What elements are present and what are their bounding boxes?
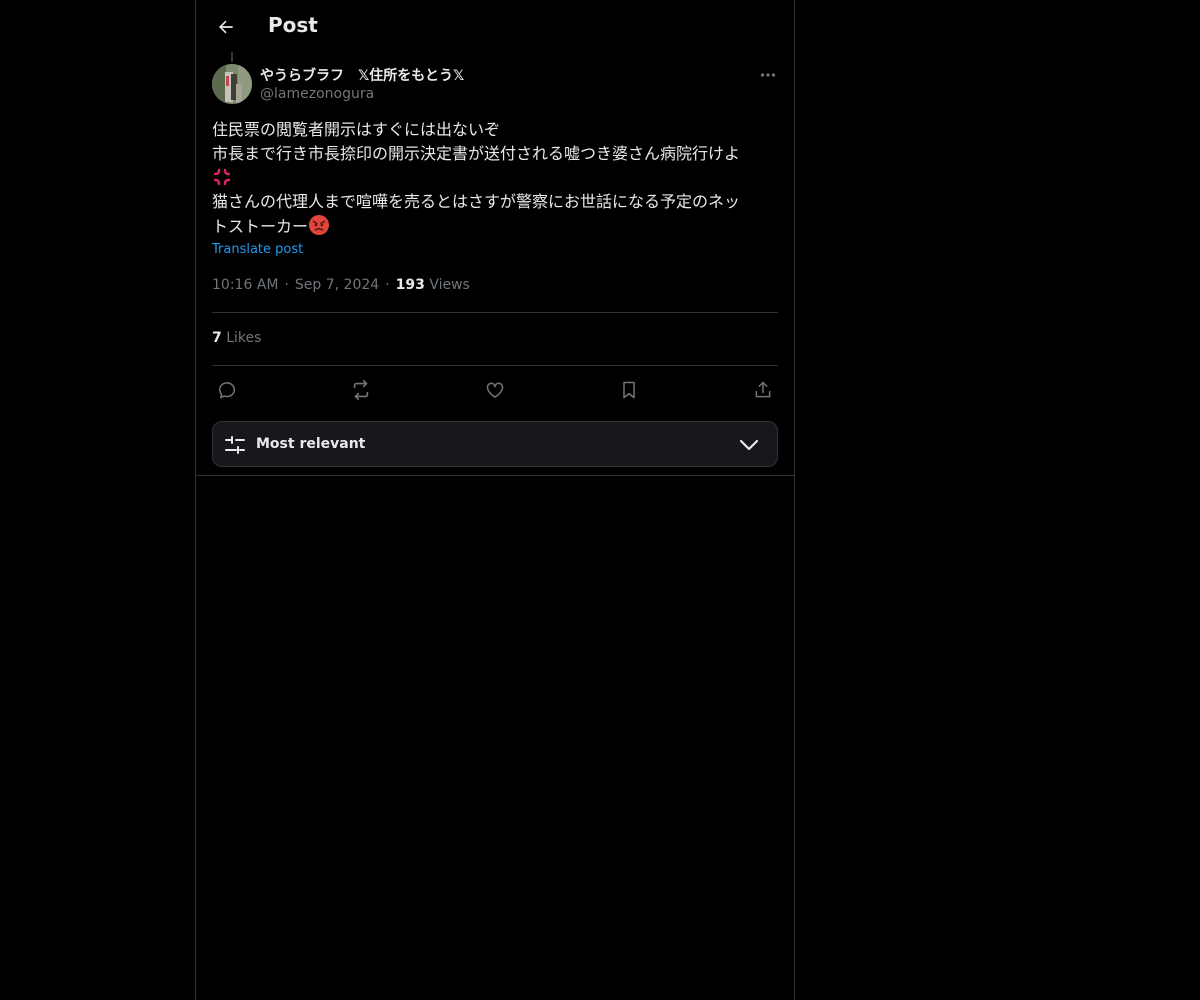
heart-icon [486,382,504,398]
top-bar: Post [196,0,794,53]
anger-symbol-icon [213,168,231,186]
likes-label: Likes [226,330,262,346]
share-icon [755,381,771,398]
avatar[interactable] [212,64,252,104]
post-date[interactable]: Sep 7, 2024 [295,277,379,293]
arrow-left-icon [219,20,233,34]
chevron-down-icon [739,439,759,451]
reply-button[interactable] [211,374,243,406]
page-title: Post [268,13,318,37]
translate-post-link[interactable]: Translate post [212,242,303,257]
views-count: 193 [395,277,425,293]
post-line-emoji [212,166,778,190]
post-meta: 10:16 AM · Sep 7, 2024 · 193 Views [212,277,470,293]
likes-count: 7 [212,330,222,346]
avatar-image [212,64,252,104]
reply-icon [218,382,236,399]
post-text: 住民票の閲覧者開示はすぐには出ないぞ 市長まで行き市長捺印の開示決定書が送付され… [212,118,778,239]
divider [196,475,794,476]
reply-sort-dropdown[interactable]: Most relevant [212,421,778,467]
likes-stat[interactable]: 7 Likes [212,330,261,346]
post-line: トストーカー [212,217,309,236]
post-time[interactable]: 10:16 AM [212,277,278,293]
meta-separator: · [284,277,289,293]
thread-connector-line [231,52,233,62]
post-line: 住民票の閲覧者開示はすぐには出ないぞ [212,120,501,139]
back-button[interactable] [210,11,242,43]
repost-button[interactable] [345,374,377,406]
more-dots-icon [760,73,776,77]
divider [212,365,778,366]
repost-icon [353,380,369,400]
primary-column: Post やうらブラフ 𝕏住所をもとう𝕏 @lamezonogura 住民票の閲… [195,0,795,1000]
more-options-button[interactable] [752,64,784,86]
meta-separator: · [385,277,390,293]
views-label: Views [429,277,470,293]
divider [212,312,778,313]
angry-face-icon [309,215,330,235]
bookmark-icon [623,381,635,399]
like-button[interactable] [479,374,511,406]
sort-label: Most relevant [256,436,366,452]
post-line-last: トストーカー [212,214,778,239]
post-line: 猫さんの代理人まで喧嘩を売るとはさすが警察にお世話になる予定のネッ [212,192,741,211]
post-line: 市長まで行き市長捺印の開示決定書が送付される嘘つき婆さん病院行けよ [212,144,741,163]
author-handle[interactable]: @lamezonogura [260,86,374,102]
action-bar [212,374,778,406]
bookmark-button[interactable] [613,374,645,406]
sliders-icon [225,436,245,454]
share-button[interactable] [747,374,779,406]
author-display-name[interactable]: やうらブラフ 𝕏住所をもとう𝕏 [260,65,464,85]
